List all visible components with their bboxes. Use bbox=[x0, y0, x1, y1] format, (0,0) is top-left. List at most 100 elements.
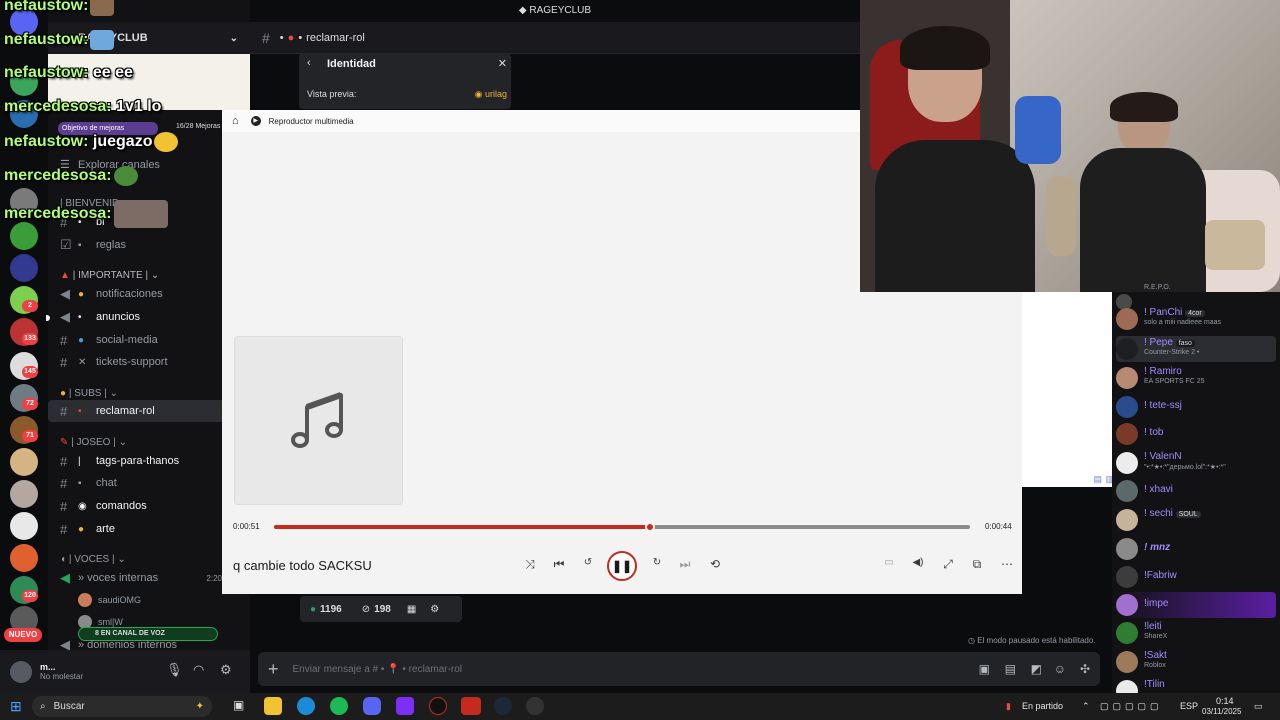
channel-social-media[interactable]: # ● social-media bbox=[48, 329, 224, 351]
channel-anuncios[interactable]: ◀ • anuncios bbox=[48, 306, 224, 328]
seek-thumb[interactable] bbox=[644, 522, 655, 532]
voice-channel-voces-internas[interactable]: ◀ » voces internas 2:20 bbox=[48, 567, 224, 589]
category-subs[interactable]: ● | SUBS | ⌄ bbox=[60, 388, 118, 399]
more-options-icon[interactable]: ⋯ bbox=[996, 557, 1018, 571]
repeat-icon[interactable]: ⟲ bbox=[704, 557, 726, 571]
taskbar-search[interactable]: ⌕ Buscar ✦ bbox=[32, 696, 212, 717]
notification-icon[interactable]: ▭ bbox=[1254, 701, 1263, 712]
music-note-icon bbox=[291, 392, 343, 448]
steam-icon[interactable] bbox=[494, 697, 512, 715]
member-row[interactable]: ! xhavi bbox=[1116, 478, 1276, 504]
channel-chat[interactable]: # ▪ chat bbox=[48, 472, 224, 494]
mention-badge: 72 bbox=[22, 398, 38, 410]
edge-icon[interactable] bbox=[297, 697, 315, 715]
apps-icon[interactable]: ✣ bbox=[1080, 662, 1090, 676]
voicemeeter-icon[interactable] bbox=[461, 697, 481, 715]
robot-icon: ◉ bbox=[78, 500, 87, 512]
seek-bar[interactable] bbox=[274, 522, 970, 532]
shop-icon[interactable]: ▦ bbox=[407, 604, 416, 615]
gif-icon[interactable]: ▤ bbox=[1005, 662, 1016, 676]
member-row[interactable]: ! PanChi 4cor solo a miii nadieee maas bbox=[1116, 306, 1276, 332]
channel-reclamar-rol[interactable]: # • reclamar-rol bbox=[48, 400, 224, 422]
voice-channel-domenios[interactable]: ◀ » domenios internos bbox=[48, 640, 224, 650]
clock-time[interactable]: 0:14 bbox=[1216, 696, 1234, 706]
clock-date[interactable]: 03/11/2025 bbox=[1202, 707, 1241, 716]
member-row[interactable]: ! sechi SOUL bbox=[1116, 507, 1276, 533]
miniplayer-icon[interactable]: ⧉ bbox=[966, 557, 988, 572]
voice-status-pill[interactable]: 8 EN CANAL DE VOZ bbox=[78, 627, 218, 641]
emoji-icon[interactable]: ☺ bbox=[1054, 662, 1066, 676]
category-joseo[interactable]: ✎ | JOSEO | ⌄ bbox=[60, 437, 127, 448]
server-icon[interactable] bbox=[10, 480, 38, 508]
member-row[interactable]: !leiti ShareX bbox=[1116, 620, 1276, 646]
avatar[interactable] bbox=[10, 660, 32, 683]
channel-arte[interactable]: # ● arte bbox=[48, 518, 224, 540]
forward-30-icon[interactable]: ↻ bbox=[646, 557, 668, 568]
fullscreen-icon[interactable]: ⤢ bbox=[937, 557, 959, 572]
message-composer[interactable]: + Enviar mensaje a # • 📍 • reclamar-rol … bbox=[258, 652, 1100, 686]
close-icon[interactable]: ✕ bbox=[498, 57, 507, 70]
message-input[interactable]: Enviar mensaje a # • 📍 • reclamar-rol bbox=[293, 664, 463, 675]
back-icon[interactable]: ‹ bbox=[307, 57, 311, 69]
sticker-icon[interactable]: ◩ bbox=[1031, 662, 1042, 676]
category-voces[interactable]: ◖ | VOCES | ⌄ bbox=[60, 554, 126, 565]
channel-notificaciones[interactable]: ◀ ● notificaciones bbox=[48, 283, 224, 305]
rewind-10-icon[interactable]: ↺ bbox=[577, 557, 599, 568]
channel-tickets[interactable]: # ✕ tickets-support bbox=[48, 351, 224, 373]
tray-icons[interactable]: ▢▢▢▢▢ bbox=[1100, 701, 1163, 712]
member-activity: "•:*★•:*"дерьмо.lol":*★•:*" bbox=[1144, 464, 1226, 471]
spotify-icon[interactable] bbox=[330, 697, 348, 715]
gear-icon[interactable]: ⚙ bbox=[430, 604, 439, 615]
next-icon[interactable]: ⏭ bbox=[674, 557, 696, 572]
member-row[interactable]: ! mnz bbox=[1116, 536, 1276, 562]
chevron-up-icon[interactable]: ⌃ bbox=[1082, 701, 1090, 712]
language-indicator[interactable]: ESP bbox=[1180, 701, 1198, 711]
home-icon[interactable]: ⌂ bbox=[232, 115, 239, 127]
member-row[interactable]: !Fabriw bbox=[1116, 564, 1276, 590]
category-label: | IMPORTANTE | bbox=[72, 270, 149, 281]
previous-icon[interactable]: ⏮ bbox=[548, 557, 570, 572]
server-icon[interactable] bbox=[10, 512, 38, 540]
pin-icon: ● bbox=[287, 31, 295, 44]
headphones-icon[interactable]: ◠ bbox=[193, 662, 204, 678]
pause-button[interactable]: ❚❚ bbox=[607, 551, 637, 581]
member-row[interactable]: ! tete-ssj bbox=[1116, 394, 1276, 420]
member-name: ! xhavi bbox=[1144, 484, 1173, 495]
emote-image bbox=[113, 166, 138, 186]
volume-icon[interactable]: ◀) bbox=[907, 557, 929, 568]
chevron-down-icon: ⌄ bbox=[229, 32, 238, 44]
shuffle-icon[interactable]: ⤨ bbox=[519, 557, 541, 572]
channel-comandos[interactable]: # ◉ comandos bbox=[48, 495, 224, 517]
captions-icon[interactable]: ▭ bbox=[878, 557, 900, 568]
gear-icon[interactable]: ⚙ bbox=[220, 662, 232, 678]
gift-icon[interactable]: ▣ bbox=[979, 662, 990, 676]
person-shirt bbox=[875, 140, 1035, 292]
member-row[interactable]: ! ValenN "•:*★•:*"дерьмо.lol":*★•:*" bbox=[1116, 450, 1276, 476]
member-row[interactable]: !Sakt Roblox bbox=[1116, 649, 1276, 675]
layout-icon[interactable]: ▤ bbox=[1093, 474, 1102, 485]
canva-icon[interactable] bbox=[396, 697, 414, 715]
chat-overlay-text: juegazo bbox=[92, 133, 153, 151]
task-view-icon[interactable]: ▣ bbox=[233, 698, 244, 712]
member-row[interactable]: !impe bbox=[1116, 592, 1276, 618]
channel-tags[interactable]: # | tags-para-thanos bbox=[48, 450, 224, 472]
obs-icon[interactable] bbox=[429, 697, 447, 715]
file-explorer-icon[interactable] bbox=[264, 697, 282, 715]
member-row[interactable]: ! Pepe faso Counter-Strike 2 • bbox=[1116, 336, 1276, 362]
channel-reglas[interactable]: ☑ ▪ reglas bbox=[48, 234, 224, 256]
server-icon[interactable] bbox=[10, 448, 38, 476]
avatar bbox=[1116, 566, 1138, 588]
discord-icon[interactable] bbox=[363, 697, 381, 715]
member-row[interactable]: ! Ramiro EA SPORTS FC 25 bbox=[1116, 365, 1276, 391]
emote-image bbox=[113, 200, 168, 228]
member-row[interactable]: ! tob bbox=[1116, 421, 1276, 447]
media-player-taskbar-icon[interactable] bbox=[526, 697, 544, 715]
category-importante[interactable]: ▲ | IMPORTANTE | ⌄ bbox=[60, 270, 159, 281]
voice-user[interactable]: saudiOMG bbox=[78, 593, 141, 607]
match-status[interactable]: En partido bbox=[1022, 701, 1063, 711]
windows-start-icon[interactable]: ⊞ bbox=[10, 698, 22, 715]
server-icon[interactable] bbox=[10, 544, 38, 572]
add-attachment-icon[interactable]: + bbox=[268, 659, 279, 680]
server-icon[interactable] bbox=[10, 254, 38, 282]
microphone-icon[interactable]: 🎙︎ bbox=[166, 662, 183, 678]
